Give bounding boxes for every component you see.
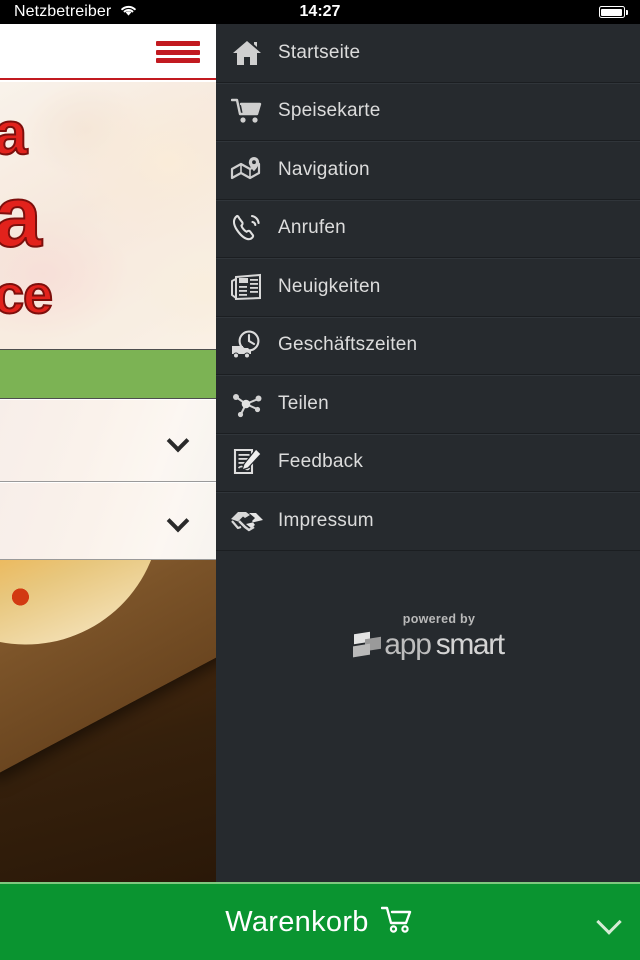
green-divider-band [0,349,216,399]
sidebar-item-label: Geschäftszeiten [278,334,418,356]
sidebar-item-label: Anrufen [278,217,346,239]
sidebar-item-teilen[interactable]: Teilen [216,375,640,434]
warenkorb-label: Warenkorb [225,905,369,938]
status-bar-right [598,0,628,24]
hero-text-line-2: a [0,169,43,265]
hero-banner: a a ce [0,82,216,349]
drawer-menu: Startseite Speisekarte Navigation Anrufe… [216,24,640,551]
brand-wordmark: app smart [352,628,505,662]
sidebar-item-neuigkeiten[interactable]: Neuigkeiten [216,258,640,317]
shopping-cart-icon [216,97,278,125]
battery-nub [626,9,628,15]
home-icon [216,39,278,67]
status-bar-time: 14:27 [299,3,341,20]
hero-text-line-3: ce [0,265,54,325]
battery-full-icon [598,6,625,18]
sidebar-item-impressum[interactable]: Impressum [216,492,640,551]
hamburger-menu-icon[interactable] [156,38,200,66]
list-item[interactable] [0,483,216,560]
map-pin-icon [216,156,278,184]
sidebar-item-label: Startseite [278,41,361,63]
background-app-header [0,24,216,80]
clipboard-pencil-icon [216,447,278,477]
brand-name-second: smart [435,628,505,661]
sidebar-item-navigation[interactable]: Navigation [216,141,640,200]
newspaper-icon [216,273,278,301]
status-bar: Netzbetreiber 14:27 [0,0,640,24]
sidebar-item-label: Speisekarte [278,100,381,122]
sidebar-item-geschaeftszeiten[interactable]: Geschäftszeiten [216,317,640,375]
chevron-right-icon [166,429,190,452]
warenkorb-button[interactable]: Warenkorb [0,882,640,960]
sidebar-item-label: Neuigkeiten [278,275,381,297]
sidebar-item-feedback[interactable]: Feedback [216,434,640,492]
handshake-icon [216,509,278,533]
phone-icon [216,213,278,243]
pizza-photo [0,560,216,882]
sidebar-item-label: Feedback [278,451,364,473]
app-root: Netzbetreiber 14:27 a a ce Startseite Sp… [0,0,640,960]
clock-truck-icon [216,330,278,360]
background-app: a a ce [0,24,216,882]
side-drawer: Startseite Speisekarte Navigation Anrufe… [216,24,640,882]
shopping-cart-icon [380,905,415,940]
sidebar-item-speisekarte[interactable]: Speisekarte [216,83,640,141]
powered-by-label: powered by [402,612,476,626]
hero-text-line-1: a [0,100,28,167]
list-item[interactable] [0,400,216,482]
sidebar-item-label: Impressum [278,509,374,531]
sidebar-item-anrufen[interactable]: Anrufen [216,200,640,258]
sidebar-item-label: Teilen [278,392,329,414]
chevron-right-icon [596,909,622,935]
brand-name-first: app [384,628,432,661]
share-nodes-icon [216,390,278,418]
sidebar-item-startseite[interactable]: Startseite [216,24,640,83]
appsmart-logo-icon: powered by app smart [216,612,640,662]
sidebar-item-label: Navigation [278,158,370,180]
appsmart-mark-icon [352,631,382,658]
chevron-right-icon [166,509,190,533]
